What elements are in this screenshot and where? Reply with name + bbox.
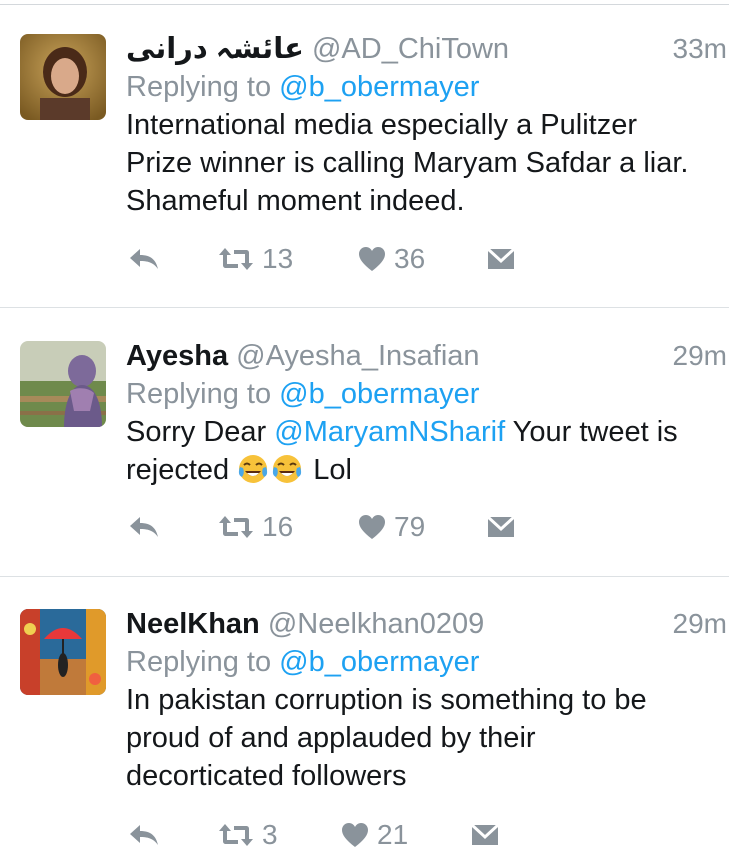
tweet-text-segment: rejected (126, 454, 238, 486)
retweet-button[interactable]: 16 (218, 507, 293, 547)
like-count: 21 (377, 819, 409, 850)
direct-message-icon (471, 824, 499, 845)
avatar[interactable] (20, 341, 106, 427)
direct-message-button[interactable] (487, 239, 515, 279)
replying-to: Replying to @b_obermayer (126, 375, 729, 413)
reply-button[interactable] (128, 507, 160, 547)
direct-message-button[interactable] (471, 815, 499, 855)
retweet-icon (219, 248, 253, 270)
tweet-actions: 3 21 (126, 815, 546, 855)
tweet-header: Ayesha @Ayesha_Insafian (126, 337, 729, 375)
retweet-count: 13 (262, 243, 294, 274)
reply-button[interactable] (128, 815, 160, 855)
tweet-text: In pakistan corruption is something to b… (126, 681, 726, 795)
user-handle[interactable]: @AD_ChiTown (312, 33, 509, 65)
replying-to-label: Replying to (126, 71, 272, 103)
tweet-text-line: rejected Lol (126, 451, 726, 489)
reply-icon (130, 517, 158, 537)
tweet-header: NeelKhan @Neelkhan0209 (126, 605, 729, 643)
reply-icon (130, 825, 158, 845)
retweet-count: 16 (262, 511, 294, 542)
reply-button[interactable] (128, 239, 160, 279)
user-name[interactable]: Ayesha (126, 340, 228, 372)
avatar[interactable] (20, 609, 106, 695)
tweet-text-segment: Your tweet is (505, 416, 678, 448)
tweet-actions: 13 36 (126, 239, 546, 279)
heart-icon (359, 247, 385, 271)
heart-icon (359, 515, 385, 539)
tweet-text-line: International media especially a Pulitze… (126, 109, 637, 141)
tweet-mention[interactable]: @MaryamNSharif (274, 416, 505, 448)
user-handle[interactable]: @Neelkhan0209 (268, 608, 484, 640)
reply-icon (130, 249, 158, 269)
like-count: 79 (394, 511, 426, 542)
direct-message-button[interactable] (487, 507, 515, 547)
tweet-text-line: proud of and applauded by their (126, 722, 536, 754)
replying-to: Replying to @b_obermayer (126, 643, 729, 681)
user-name[interactable]: NeelKhan (126, 608, 260, 640)
like-count: 36 (394, 243, 426, 274)
replying-to-mention[interactable]: @b_obermayer (279, 71, 479, 103)
tweet-text-line: In pakistan corruption is something to b… (126, 684, 647, 716)
avatar[interactable] (20, 34, 106, 120)
retweet-button[interactable]: 13 (218, 239, 293, 279)
tweet-text-segment: Sorry Dear (126, 416, 275, 448)
tweet-timestamp[interactable]: 29m (673, 337, 727, 375)
tweet-header: عائشہ درانی @AD_ChiTown (126, 30, 729, 68)
direct-message-icon (487, 248, 515, 269)
tweet-text-line: Shameful moment indeed. (126, 185, 465, 217)
tears-of-joy-emoji-icon (239, 455, 268, 483)
tweet-timestamp[interactable]: 29m (673, 605, 727, 643)
user-name[interactable]: عائشہ درانی (126, 33, 304, 65)
replying-to-label: Replying to (126, 378, 272, 410)
retweet-button[interactable]: 3 (218, 815, 278, 855)
tweet-text-line: Sorry Dear @MaryamNSharif Your tweet is (126, 413, 726, 451)
replying-to: Replying to @b_obermayer (126, 68, 729, 106)
retweet-count: 3 (262, 819, 278, 850)
tweet[interactable]: Ayesha @Ayesha_Insafian 29m Replying to … (0, 308, 729, 577)
tears-of-joy-emoji-icon (273, 455, 302, 483)
replying-to-mention[interactable]: @b_obermayer (279, 378, 479, 410)
like-button[interactable]: 36 (358, 239, 425, 279)
tweet-text-line: Prize winner is calling Maryam Safdar a … (126, 147, 689, 179)
heart-icon (342, 823, 368, 847)
replying-to-label: Replying to (126, 646, 272, 678)
retweet-icon (219, 824, 253, 846)
tweet-text-line: decorticated followers (126, 760, 407, 792)
retweet-icon (219, 516, 253, 538)
tweet[interactable]: عائشہ درانی @AD_ChiTown 33m Replying to … (0, 5, 729, 308)
tweet-text-segment: Lol (305, 454, 352, 486)
tweet-actions: 16 79 (126, 507, 546, 547)
tweet-text: Sorry Dear @MaryamNSharif Your tweet is … (126, 413, 726, 489)
replying-to-mention[interactable]: @b_obermayer (279, 646, 479, 678)
like-button[interactable]: 21 (341, 815, 408, 855)
tweet-timestamp[interactable]: 33m (673, 30, 727, 68)
like-button[interactable]: 79 (358, 507, 425, 547)
tweet-text: International media especially a Pulitze… (126, 106, 726, 220)
user-handle[interactable]: @Ayesha_Insafian (236, 340, 479, 372)
direct-message-icon (487, 516, 515, 537)
tweet[interactable]: NeelKhan @Neelkhan0209 29m Replying to @… (0, 577, 729, 867)
